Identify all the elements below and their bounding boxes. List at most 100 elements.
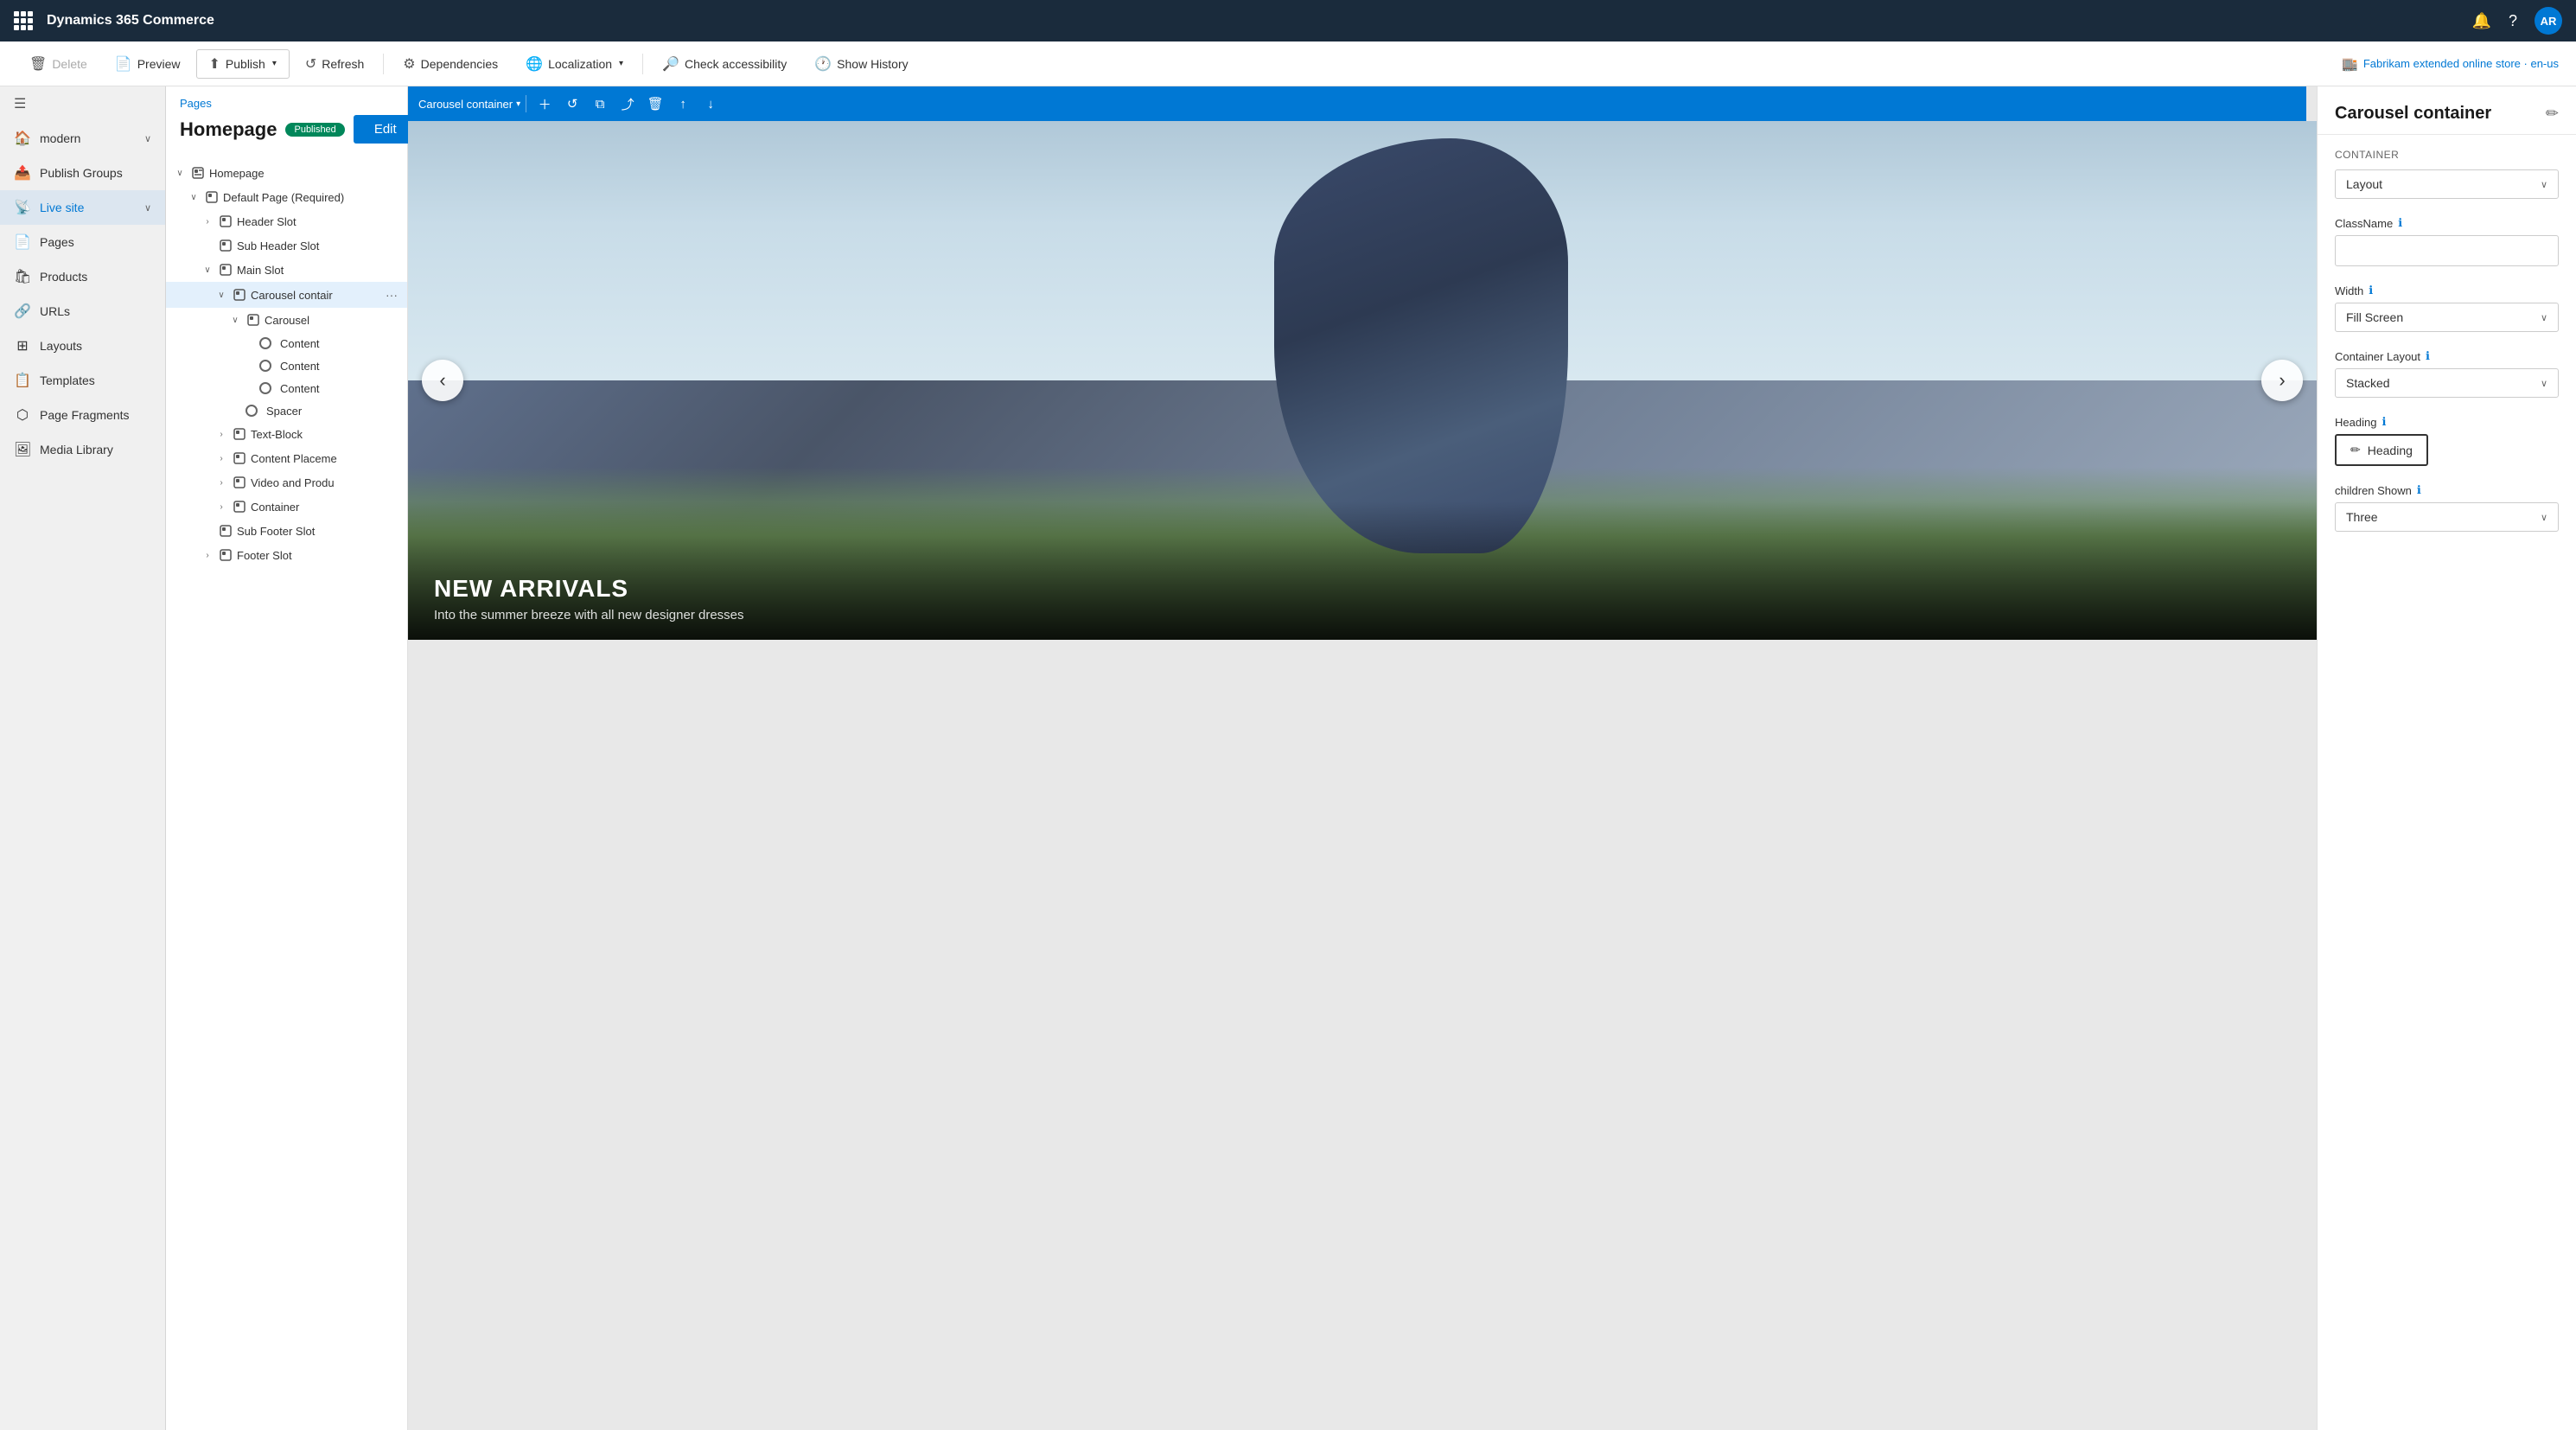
sidebar-item-publish-groups[interactable]: 📤 Publish Groups	[0, 156, 165, 190]
refresh-button[interactable]: ↺ Refresh	[293, 50, 376, 78]
carousel-container-label: Carousel contair	[251, 289, 379, 302]
width-info-icon[interactable]: ℹ	[2369, 284, 2373, 297]
preview-button[interactable]: 📄 Preview	[103, 50, 193, 78]
history-icon: 🕐	[814, 55, 832, 73]
children-shown-label: children Shown ℹ	[2335, 483, 2559, 497]
tree-item-text-block[interactable]: › Text-Block	[166, 422, 407, 446]
sidebar-item-layouts[interactable]: ⊞ Layouts	[0, 329, 165, 363]
tree-item-main-slot[interactable]: ∨ Main Slot	[166, 258, 407, 282]
tree-item-carousel-container[interactable]: ∨ Carousel contair ···	[166, 282, 407, 308]
content-split: ☰ 🏠 modern ∨ 📤 Publish Groups 📡 Live sit…	[0, 86, 2576, 1430]
heading-label: Heading ℹ	[2335, 415, 2559, 429]
delete-icon: 🗑	[29, 55, 47, 73]
container-layout-select[interactable]: Stacked ∨	[2335, 368, 2559, 398]
tree-item-carousel[interactable]: ∨ Carousel	[166, 308, 407, 332]
tree-item-content-1[interactable]: Content	[166, 332, 407, 354]
tree-item-header-slot[interactable]: › Header Slot	[166, 209, 407, 233]
page-breadcrumb[interactable]: Pages	[180, 97, 393, 110]
carousel-next-button[interactable]: ›	[2261, 360, 2303, 401]
module-up-button[interactable]: ↑	[670, 91, 696, 117]
tree-item-homepage[interactable]: ∨ Homepage	[166, 161, 407, 185]
main-slot-chevron-icon[interactable]: ∨	[201, 263, 214, 277]
container-layout-label: Container Layout ℹ	[2335, 349, 2559, 363]
right-panel-edit-icon[interactable]: ✏	[2546, 105, 2559, 123]
sub-footer-slot-icon	[218, 523, 233, 539]
tree-item-default-page[interactable]: ∨ Default Page (Required)	[166, 185, 407, 209]
canvas-wrapper[interactable]: Carousel container ▾ ＋ ↺ ⧉ ⤴ 🗑 ↑ ↓	[408, 86, 2317, 1430]
children-shown-info-icon[interactable]: ℹ	[2417, 483, 2421, 497]
container-layout-select-chevron-icon: ∨	[2541, 378, 2547, 389]
children-shown-select[interactable]: Three ∨	[2335, 502, 2559, 532]
content-placement-icon	[232, 450, 247, 466]
module-down-button[interactable]: ↓	[698, 91, 724, 117]
heading-button[interactable]: ✏ Heading	[2335, 434, 2428, 466]
module-copy-button[interactable]: ⧉	[587, 91, 613, 117]
tree-item-content-placement[interactable]: › Content Placeme	[166, 446, 407, 470]
dependencies-button[interactable]: ⚙ Dependencies	[391, 50, 510, 78]
carousel-container-more-icon[interactable]: ···	[383, 286, 400, 303]
tree-item-sub-footer-slot[interactable]: Sub Footer Slot	[166, 519, 407, 543]
sidebar-item-pages[interactable]: 📄 Pages	[0, 225, 165, 259]
sidebar-item-modern[interactable]: 🏠 modern ∨	[0, 121, 165, 156]
tree-item-content-2[interactable]: Content	[166, 354, 407, 377]
sub-header-slot-label: Sub Header Slot	[237, 239, 400, 252]
show-history-button[interactable]: 🕐 Show History	[802, 50, 920, 78]
container-chevron-icon[interactable]: ›	[214, 500, 228, 514]
notification-icon[interactable]: 🔔	[2472, 12, 2491, 30]
module-export-button[interactable]: ⤴	[615, 91, 641, 117]
content-3-label: Content	[280, 382, 400, 395]
video-prod-chevron-icon[interactable]: ›	[214, 476, 228, 489]
delete-button[interactable]: 🗑 Delete	[17, 50, 99, 78]
module-name-chevron-icon[interactable]: ▾	[516, 99, 520, 109]
carousel-chevron-icon[interactable]: ∨	[228, 313, 242, 327]
sidebar-item-templates[interactable]: 📋 Templates	[0, 363, 165, 398]
homepage-chevron-icon[interactable]: ∨	[173, 166, 187, 180]
text-block-chevron-icon[interactable]: ›	[214, 427, 228, 441]
children-shown-select-value: Three	[2346, 510, 2541, 524]
tree-item-content-3[interactable]: Content	[166, 377, 407, 399]
tree-item-video-prod[interactable]: › Video and Produ	[166, 470, 407, 495]
sidebar-item-label-layouts: Layouts	[40, 339, 151, 353]
heading-info-icon[interactable]: ℹ	[2382, 415, 2386, 429]
module-delete-button[interactable]: 🗑	[642, 91, 668, 117]
content-2-circle-icon	[259, 360, 271, 372]
products-icon: 🛍	[14, 268, 31, 285]
localization-button[interactable]: 🌐 Localization ▾	[513, 50, 635, 78]
publish-button[interactable]: ⬆ Publish ▾	[196, 49, 290, 79]
carousel-prev-button[interactable]: ‹	[422, 360, 463, 401]
sidebar-item-products[interactable]: 🛍 Products	[0, 259, 165, 294]
tree-item-container[interactable]: › Container	[166, 495, 407, 519]
tree-item-sub-header-slot[interactable]: Sub Header Slot	[166, 233, 407, 258]
sidebar-item-media-library[interactable]: 🖼 Media Library	[0, 432, 165, 467]
check-accessibility-button[interactable]: 🔎 Check accessibility	[650, 50, 799, 78]
tree-item-spacer[interactable]: Spacer	[166, 399, 407, 422]
sidebar-collapse-button[interactable]: ☰	[0, 86, 165, 121]
container-layout-info-icon[interactable]: ℹ	[2426, 349, 2430, 363]
sidebar-item-page-fragments[interactable]: ⬡ Page Fragments	[0, 398, 165, 432]
header-slot-chevron-icon[interactable]: ›	[201, 214, 214, 228]
user-avatar[interactable]: AR	[2535, 7, 2562, 35]
sidebar-item-urls[interactable]: 🔗 URLs	[0, 294, 165, 329]
module-add-button[interactable]: ＋	[532, 91, 558, 117]
carousel-container-chevron-icon[interactable]: ∨	[214, 288, 228, 302]
top-navigation: Dynamics 365 Commerce 🔔 ? AR	[0, 0, 2576, 41]
app-grid-icon[interactable]	[14, 11, 33, 30]
container-icon	[232, 499, 247, 514]
module-refresh-button[interactable]: ↺	[559, 91, 585, 117]
right-panel-body: Container Layout ∨ ClassName ℹ Width	[2318, 135, 2576, 563]
container-layout-select-value: Stacked	[2346, 376, 2541, 390]
page-tree: ∨ Homepage ∨ Default Page (Required) ›	[166, 157, 407, 1430]
store-label: 🏬 Fabrikam extended online store · en-us	[2342, 56, 2559, 72]
page-header: Pages Homepage Published Edit	[166, 86, 407, 157]
help-icon[interactable]: ?	[2509, 12, 2517, 30]
layout-select[interactable]: Layout ∨	[2335, 169, 2559, 199]
content-placement-chevron-icon[interactable]: ›	[214, 451, 228, 465]
width-select[interactable]: Fill Screen ∨	[2335, 303, 2559, 332]
classname-info-icon[interactable]: ℹ	[2398, 216, 2402, 230]
localization-icon: 🌐	[526, 55, 543, 73]
tree-item-footer-slot[interactable]: › Footer Slot	[166, 543, 407, 567]
sidebar-item-live-site[interactable]: 📡 Live site ∨	[0, 190, 165, 225]
footer-slot-chevron-icon[interactable]: ›	[201, 548, 214, 562]
classname-input[interactable]	[2335, 235, 2559, 266]
default-page-chevron-icon[interactable]: ∨	[187, 190, 201, 204]
